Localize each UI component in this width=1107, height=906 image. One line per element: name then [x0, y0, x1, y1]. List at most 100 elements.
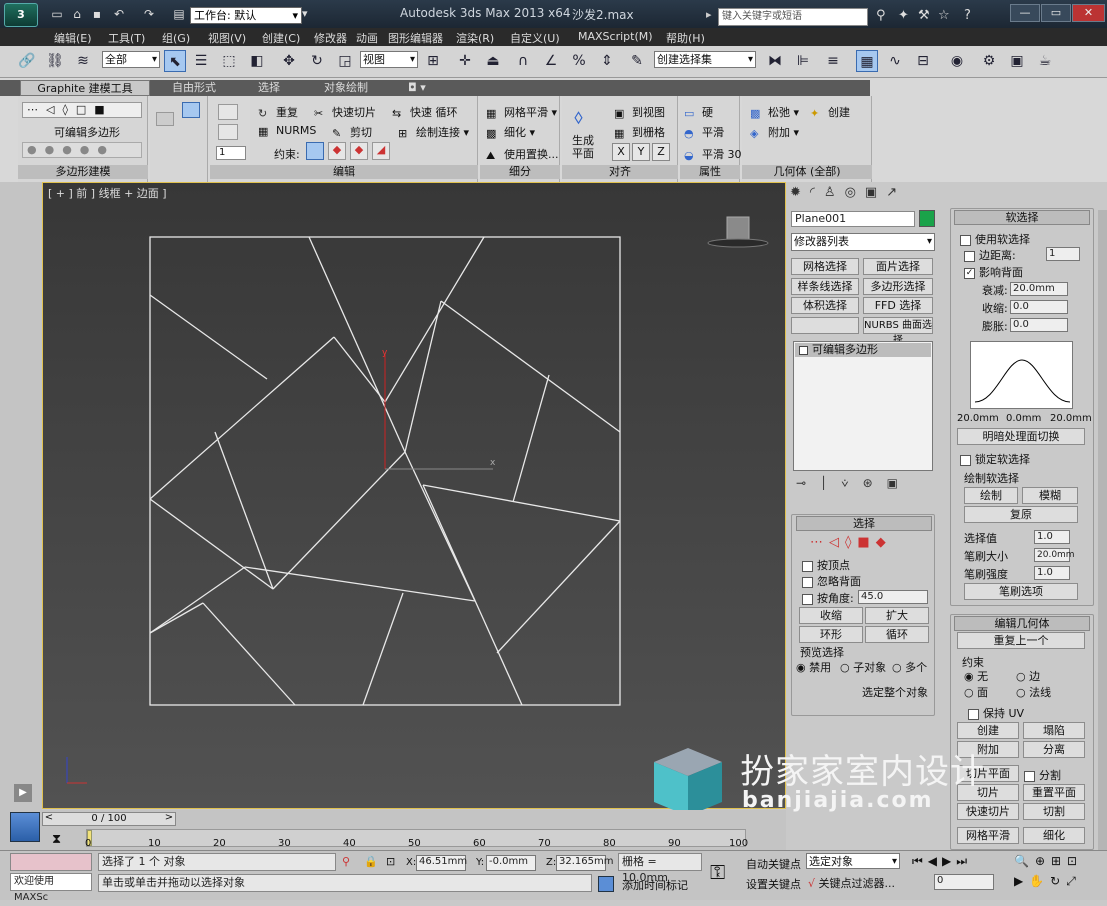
preserve-uvs-icon[interactable] — [218, 104, 238, 120]
close-button[interactable]: ✕ — [1072, 4, 1105, 22]
rendered-frame-icon[interactable]: ▣ — [1006, 50, 1028, 72]
tessellate-button[interactable]: ▩ 细化 ▾ — [486, 124, 535, 140]
constraint-edge-icon[interactable]: ◆ — [328, 142, 346, 160]
brush-size-spinner[interactable]: 20.0mm — [1034, 548, 1075, 562]
menu-maxscript[interactable]: MAXScript(M) — [578, 30, 653, 43]
render-setup-icon[interactable]: ⚙ — [978, 50, 1000, 72]
named-selection-dropdown[interactable]: 创建选择集 — [654, 51, 756, 68]
angle-spinner[interactable]: 45.0 — [858, 590, 928, 604]
tab-selection[interactable]: 选择 — [252, 80, 286, 96]
menu-modifiers[interactable]: 修改器 — [314, 30, 347, 46]
panel-footer-edit[interactable]: 编辑 — [210, 165, 478, 179]
viewcube-compass[interactable] — [707, 238, 769, 248]
menu-group[interactable]: 组(G) — [162, 30, 190, 46]
paint-button[interactable]: 绘制 — [964, 487, 1018, 504]
auto-key-button[interactable]: 自动关键点 — [746, 856, 801, 872]
select-by-name-icon[interactable]: ☰ — [190, 50, 212, 72]
shrink-button[interactable]: 收缩 — [799, 607, 863, 624]
render-teapot-icon[interactable]: ☕ — [1034, 50, 1056, 72]
subobject-mode-icons[interactable]: ⋯◁◊■◆ — [810, 535, 920, 550]
panel-footer-props[interactable]: 属性 — [680, 165, 740, 179]
to-grid-button[interactable]: ▦ 到栅格 — [614, 124, 665, 140]
split-checkbox[interactable]: 分割 — [1024, 767, 1061, 783]
coord-x-field[interactable]: 46.51mm — [416, 855, 467, 871]
tessellate-geom-button[interactable]: 细化 — [1023, 827, 1085, 844]
cut-geom-button[interactable]: 切割 — [1023, 803, 1085, 820]
rotate-icon[interactable]: ↻ — [306, 50, 328, 72]
make-planar-label[interactable]: 生成平面 — [571, 134, 595, 160]
edge-distance-checkbox[interactable]: 边距离: — [964, 247, 1016, 263]
align-z-button[interactable]: Z — [652, 143, 670, 161]
affect-backfacing-checkbox[interactable]: ✓ 影响背面 — [964, 264, 1023, 280]
time-next-icon[interactable]: > — [162, 812, 176, 826]
project-folder-icon[interactable]: ▤ — [170, 6, 188, 22]
relax-button[interactable]: ▩ 松弛 ▾ — [750, 104, 799, 120]
maximize-button[interactable]: ▭ — [1041, 4, 1071, 22]
rect-selection-icon[interactable]: ⬚ — [218, 50, 240, 72]
menu-tools[interactable]: 工具(T) — [108, 30, 145, 46]
cut-button[interactable]: ✎ 剪切 — [332, 124, 372, 140]
mod-ffd-select-button[interactable]: FFD 选择 — [863, 297, 933, 314]
smooth30-button[interactable]: ◒ 平滑 30 — [684, 146, 742, 162]
object-color-swatch[interactable] — [919, 210, 935, 227]
viewport-nav-controls[interactable]: 🔍⊕⊞⊡ — [1014, 854, 1104, 868]
command-panel-scrollbar[interactable] — [1098, 210, 1107, 850]
stack-item-editable-poly[interactable]: 可编辑多边形 — [795, 343, 931, 357]
viewport-label[interactable]: [ + ] 前 ] 线框 + 边面 ] — [48, 185, 167, 201]
align-x-button[interactable]: X — [612, 143, 630, 161]
panel-footer-geom[interactable]: 几何体 (全部) — [742, 165, 872, 179]
selection-rollout-title[interactable]: 选择 — [796, 516, 932, 531]
grow-button[interactable]: 扩大 — [865, 607, 929, 624]
scale-icon[interactable]: ◲ — [334, 50, 356, 72]
nurms-button[interactable]: ▦ NURMS — [258, 124, 316, 138]
paint-connect-button[interactable]: ⊞ 绘制连接 ▾ — [398, 124, 469, 140]
constraint-face-icon[interactable]: ◆ — [350, 142, 368, 160]
tab-freeform[interactable]: 自由形式 — [166, 80, 222, 96]
object-name-field[interactable]: Plane001 — [791, 211, 915, 227]
subobject-levels[interactable]: ⋯◁◊□■ — [22, 102, 142, 118]
menu-create[interactable]: 创建(C) — [262, 30, 300, 46]
viewport-front[interactable] — [42, 182, 786, 809]
viewcube-icon[interactable] — [726, 216, 750, 242]
menu-rendering[interactable]: 渲染(R) — [456, 30, 494, 46]
graphite-toggle-icon[interactable]: ▦ — [856, 50, 878, 72]
reset-plane-button[interactable]: 重置平面 — [1023, 784, 1085, 801]
modifier-stack[interactable] — [793, 341, 933, 471]
new-file-icon[interactable]: ▭ — [48, 6, 66, 22]
binoculars-icon[interactable]: ⚲ — [876, 8, 886, 23]
repeat-button[interactable]: ↻ 重复 — [258, 104, 298, 120]
menu-help[interactable]: 帮助(H) — [666, 30, 705, 46]
tab-graphite[interactable]: Graphite 建模工具 — [20, 80, 150, 96]
ignore-backfacing-checkbox[interactable]: 忽略背面 — [802, 573, 861, 589]
viewport-nav-controls-2[interactable]: ▶✋↻⤢ — [1014, 874, 1104, 889]
undo-icon[interactable]: ↶ — [110, 6, 128, 22]
workspace-expand-icon[interactable]: ▾ — [302, 7, 316, 24]
subdiv-iterations-field[interactable]: 1 — [216, 146, 246, 160]
menu-graph-editors[interactable]: 图形编辑器 — [388, 30, 443, 46]
use-soft-selection-checkbox[interactable]: 使用软选择 — [960, 231, 1030, 247]
time-slider[interactable]: 0 / 100 — [42, 812, 176, 826]
mini-listener-icon[interactable] — [10, 812, 40, 842]
blur-button[interactable]: 模糊 — [1022, 487, 1078, 504]
preview-off-radio[interactable]: ◉ 禁用 — [796, 659, 831, 675]
edit-geometry-title[interactable]: 编辑几何体 — [954, 616, 1090, 631]
use-nurms-icon[interactable] — [218, 124, 238, 140]
constraint-edge-radio[interactable]: ○ 边 — [1016, 668, 1040, 684]
track-bar-icon[interactable]: ⧗ — [52, 832, 61, 847]
edge-distance-spinner[interactable]: 1 — [1046, 247, 1080, 261]
quickloop-button[interactable]: ⇆ 快速 循环 — [392, 104, 458, 120]
favorites-star-icon[interactable]: ☆ — [938, 8, 950, 23]
make-planar-icon[interactable]: ⬨ — [574, 104, 592, 132]
create-button[interactable]: ✦ 创建 — [810, 104, 850, 120]
constraint-none-icon[interactable] — [306, 142, 324, 160]
mirror-icon[interactable]: ⧓ — [764, 50, 786, 72]
time-prev-icon[interactable]: < — [42, 812, 56, 826]
brush-options-button[interactable]: 笔刷选项 — [964, 583, 1078, 600]
preserve-uv-checkbox[interactable]: 保持 UV — [968, 705, 1024, 721]
constraint-face-radio[interactable]: ○ 面 — [964, 684, 988, 700]
preview-multi-radio[interactable]: ○ 多个 — [892, 659, 927, 675]
edit-named-sel-icon[interactable]: ✎ — [626, 50, 648, 72]
search-input[interactable]: 键入关键字或短语 — [718, 8, 868, 26]
percent-snap-icon[interactable]: % — [568, 50, 590, 72]
stack-tools[interactable]: ⊸│⩒⊛▣ — [796, 476, 932, 494]
